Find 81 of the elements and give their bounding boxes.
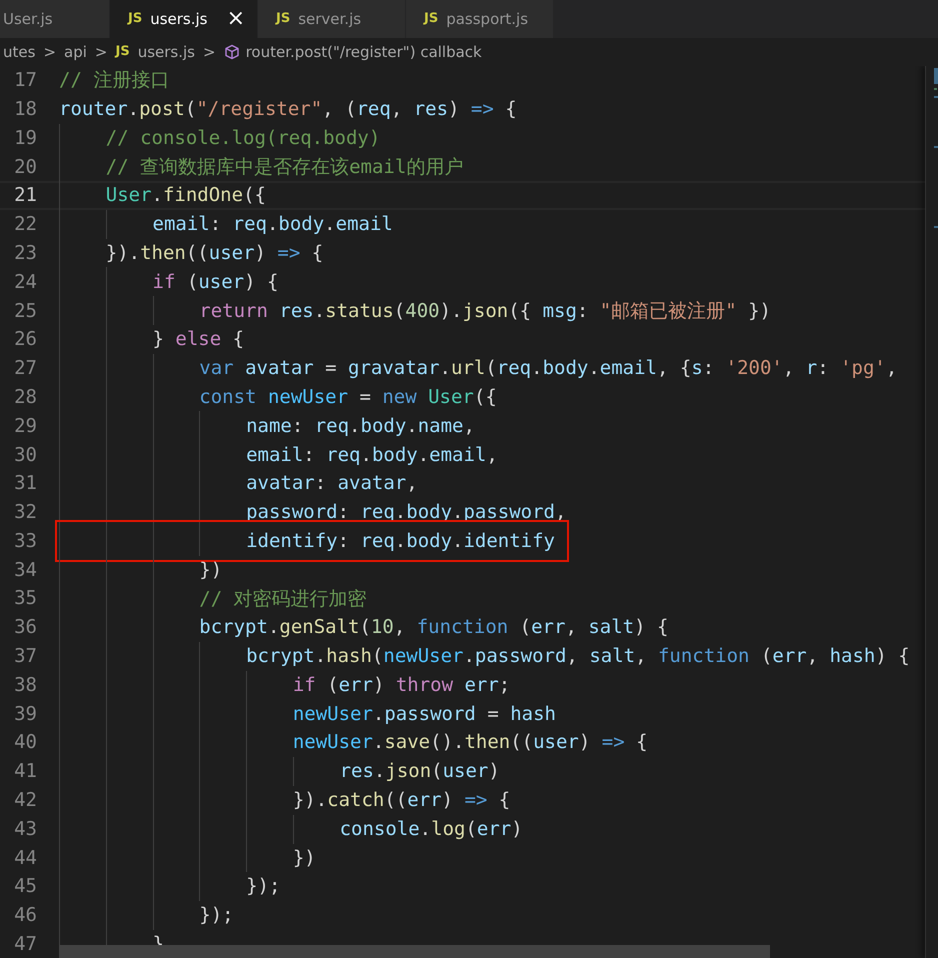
breadcrumb-item[interactable]: api: [64, 40, 87, 64]
line-number: 39: [13, 702, 38, 727]
code-line: console.log(err): [59, 814, 523, 844]
line-number: 34: [13, 558, 38, 583]
editor-tab[interactable]: JS server.js: [258, 0, 406, 38]
code-line: });: [59, 872, 280, 902]
line-number: 36: [13, 615, 38, 640]
breadcrumb-separator: >: [43, 42, 56, 63]
line-number: 28: [13, 384, 38, 410]
code-line: res.json(user): [59, 757, 500, 786]
code-line: // 查询数据库中是否存在该email的用户: [59, 152, 464, 182]
code-line: // 注册接口: [59, 68, 170, 94]
code-line: if (err) throw err;: [59, 670, 510, 700]
tab-label: server.js: [298, 8, 362, 30]
line-number: 22: [13, 212, 38, 238]
code-line: newUser.password = hash: [59, 699, 556, 728]
line-number: 33: [13, 528, 38, 554]
close-icon[interactable]: ×: [226, 8, 245, 30]
code-line: return res.status(400).json({ msg: "邮箱已被注册" }): [59, 296, 771, 326]
line-number: 38: [13, 672, 38, 698]
editor-tab[interactable]: JS passport.js: [406, 0, 554, 38]
line-number: 29: [13, 414, 38, 439]
code-line: bcrypt.hash(newUser.password, salt, function (err, hash) {: [59, 642, 910, 671]
code-line: User.findOne({: [59, 181, 266, 210]
tab-label: passport.js: [446, 8, 528, 30]
line-number: 46: [13, 903, 38, 928]
code-line: // console.log(req.body): [59, 124, 380, 152]
editor-tab[interactable]: User.js: [0, 0, 110, 38]
line-number: 23: [13, 240, 38, 266]
code-line: }): [59, 555, 222, 584]
breadcrumb-item[interactable]: users.js: [138, 40, 195, 64]
line-number: 45: [13, 874, 38, 900]
line-number: 47: [13, 932, 38, 958]
code-line: } else {: [59, 325, 244, 354]
code-line: email: req.body.email: [59, 210, 393, 239]
line-number: 26: [13, 327, 38, 352]
line-number: 25: [13, 298, 38, 324]
code-line: }).catch((err) => {: [59, 786, 510, 815]
line-number: 43: [13, 816, 38, 842]
code-line: // 对密码进行加密: [59, 584, 367, 614]
line-number: 17: [13, 68, 38, 94]
line-number: 44: [13, 846, 38, 871]
breadcrumb-separator: >: [94, 42, 108, 63]
code-line: var avatar = gravatar.url(req.body.email, {s: '200', r: 'pg',: [59, 354, 898, 383]
line-number: 41: [13, 759, 38, 784]
line-number: 20: [13, 154, 38, 180]
code-line: bcrypt.genSalt(10, function (err, salt) {: [59, 613, 668, 642]
horizontal-scrollbar[interactable]: [59, 945, 770, 958]
code-line: }): [59, 843, 316, 872]
line-number: 27: [13, 356, 38, 382]
code-line: newUser.save().then((user) => {: [59, 728, 648, 758]
tab-label: users.js: [150, 8, 208, 30]
breadcrumb-item[interactable]: utes: [3, 40, 36, 64]
line-number: 18: [13, 96, 38, 122]
code-line: const newUser = new User({: [59, 382, 497, 412]
breadcrumb-item[interactable]: router.post("/register") callback: [246, 40, 482, 64]
breadcrumb-separator: >: [202, 42, 216, 63]
cube-icon: [224, 44, 240, 60]
code-line: }).then((user) => {: [59, 238, 324, 268]
js-file-icon: JS: [424, 9, 438, 29]
code-line: router.post("/register", (req, res) => {: [59, 96, 517, 122]
line-number: 31: [13, 471, 38, 496]
tab-label: User.js: [3, 8, 53, 30]
code-line: name: req.body.name,: [59, 411, 475, 440]
line-number: 24: [13, 270, 38, 295]
code-line: avatar: avatar,: [59, 469, 418, 498]
editor-tab[interactable]: JS users.js ×: [110, 0, 258, 38]
js-file-icon: JS: [128, 9, 142, 29]
line-number: 42: [13, 788, 38, 814]
code-line: });: [59, 901, 234, 930]
line-number: 37: [13, 644, 38, 670]
line-number: 35: [13, 586, 38, 612]
code-line: if (user) {: [59, 267, 278, 296]
line-number: 32: [13, 500, 38, 526]
line-number: 40: [13, 730, 38, 756]
code-line: email: req.body.email,: [59, 440, 498, 470]
line-number: 21: [13, 183, 38, 208]
js-file-icon: JS: [115, 42, 130, 62]
line-number: 30: [13, 442, 38, 468]
line-number: 19: [13, 126, 38, 151]
js-file-icon: JS: [276, 9, 290, 29]
